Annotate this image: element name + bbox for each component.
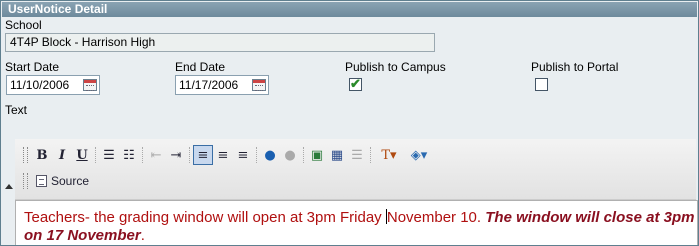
publish-campus-label: Publish to Campus <box>345 60 446 74</box>
italic-button[interactable]: I <box>52 145 72 165</box>
usernotice-detail-panel: UserNotice Detail School 4T4P Block - Ha… <box>0 0 699 246</box>
toolbar-separator <box>189 147 190 163</box>
bold-button[interactable]: B <box>32 145 52 165</box>
school-field[interactable]: 4T4P Block - Harrison High <box>5 33 435 52</box>
publish-campus-checkbox[interactable]: ✔ <box>349 76 362 91</box>
rich-text-editor[interactable]: Teachers- the grading window will open a… <box>15 200 698 245</box>
horizontal-rule-icon[interactable]: ☰ <box>347 145 367 165</box>
calendar-icon[interactable] <box>83 79 97 91</box>
end-date-input[interactable]: 11/17/2006 <box>175 75 269 95</box>
editor-text: November 10. <box>386 209 486 226</box>
publish-portal-checkbox[interactable] <box>535 78 548 91</box>
calendar-icon[interactable] <box>252 79 266 91</box>
editor-text: . <box>140 227 145 244</box>
link-icon[interactable]: ● <box>260 145 280 165</box>
underline-button[interactable]: U <box>72 145 92 165</box>
toolbar-row-2: Source <box>15 169 93 193</box>
text-label: Text <box>5 103 28 117</box>
align-right-icon[interactable]: ≡ <box>233 145 253 165</box>
source-button[interactable]: Source <box>32 171 93 191</box>
unlink-icon[interactable]: ● <box>280 145 300 165</box>
background-color-icon[interactable]: ◈▾ <box>404 145 434 165</box>
table-icon[interactable]: ▦ <box>327 145 347 165</box>
toolbar-separator <box>95 147 96 163</box>
text-color-icon[interactable]: T▾ <box>374 145 404 165</box>
editor-toolbar: B I U ☰ ☷ ⇤ ⇥ ≡ ≡ ≡ ● ● ▣ ▦ ☰ T▾ ◈▾ Sour… <box>15 139 696 200</box>
source-label: Source <box>51 174 90 188</box>
toolbar-separator <box>303 147 304 163</box>
start-date-input[interactable]: 11/10/2006 <box>6 75 100 95</box>
toolbar-grip <box>23 173 28 189</box>
school-label: School <box>5 18 42 32</box>
align-center-icon[interactable]: ≡ <box>213 145 233 165</box>
editor-text: Teachers- the grading window will open a… <box>24 209 386 226</box>
publish-portal-label: Publish to Portal <box>531 60 619 74</box>
source-icon <box>36 175 47 187</box>
end-date-value: 11/17/2006 <box>179 78 239 92</box>
bulleted-list-icon[interactable]: ☷ <box>119 145 139 165</box>
panel-title: UserNotice Detail <box>2 2 697 17</box>
collapse-toolbar-icon[interactable] <box>5 184 13 189</box>
toolbar-separator <box>370 147 371 163</box>
toolbar-separator <box>256 147 257 163</box>
end-date-label: End Date <box>175 60 226 74</box>
align-left-icon[interactable]: ≡ <box>193 145 213 165</box>
toolbar-grip <box>23 147 28 163</box>
image-icon[interactable]: ▣ <box>307 145 327 165</box>
toolbar-separator <box>142 147 143 163</box>
indent-icon[interactable]: ⇥ <box>166 145 186 165</box>
start-date-value: 11/10/2006 <box>10 78 70 92</box>
toolbar-row-1: B I U ☰ ☷ ⇤ ⇥ ≡ ≡ ≡ ● ● ▣ ▦ ☰ T▾ ◈▾ <box>15 143 434 167</box>
checkmark-icon: ✔ <box>350 76 361 91</box>
start-date-label: Start Date <box>5 60 60 74</box>
outdent-icon[interactable]: ⇤ <box>146 145 166 165</box>
ordered-list-icon[interactable]: ☰ <box>99 145 119 165</box>
